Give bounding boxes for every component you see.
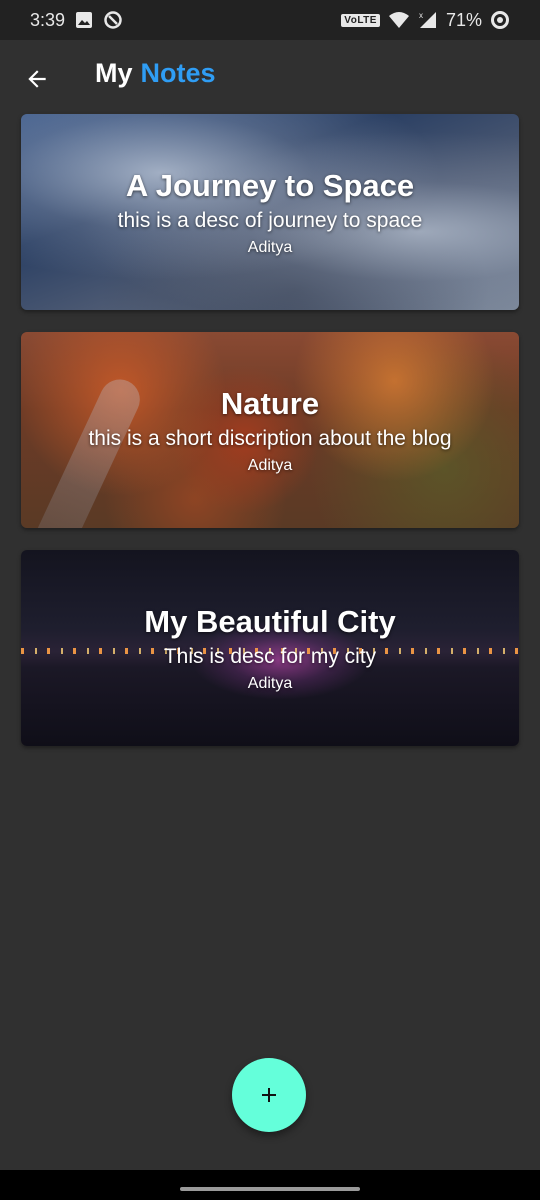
- note-description: This is desc for my city: [163, 644, 377, 668]
- note-title: A Journey to Space: [125, 168, 415, 204]
- note-author: Aditya: [247, 456, 293, 474]
- add-note-button[interactable]: [232, 1058, 306, 1132]
- arrow-back-icon: [28, 70, 46, 88]
- wifi-icon: [388, 12, 409, 28]
- signal-icon: x: [419, 11, 436, 28]
- image-icon: [76, 12, 93, 28]
- plus-icon: [262, 1088, 276, 1102]
- note-title: Nature: [220, 386, 320, 422]
- svg-text:x: x: [419, 11, 423, 20]
- sync-icon: [104, 11, 122, 29]
- note-card-nature[interactable]: Nature this is a short discription about…: [21, 332, 519, 528]
- title-part-my: My: [95, 58, 133, 88]
- home-indicator[interactable]: [180, 1187, 360, 1191]
- note-author: Aditya: [247, 238, 293, 256]
- note-title: My Beautiful City: [144, 604, 396, 640]
- app-bar: My Notes: [0, 40, 540, 114]
- battery-percent: 71%: [445, 9, 482, 30]
- note-card-space[interactable]: A Journey to Space this is a desc of jou…: [21, 114, 519, 310]
- note-description: this is a short discription about the bl…: [88, 426, 452, 450]
- status-time: 3:39: [30, 9, 66, 30]
- battery-saver-icon: [491, 11, 509, 29]
- title-part-notes: Notes: [140, 58, 216, 88]
- note-card-city[interactable]: My Beautiful City This is desc for my ci…: [21, 550, 519, 746]
- note-author: Aditya: [247, 674, 293, 692]
- note-description: this is a desc of journey to space: [117, 208, 423, 232]
- back-button[interactable]: [20, 62, 54, 96]
- status-bar: 3:39 VoLTE x 71%: [0, 0, 540, 40]
- volte-badge: VoLTE: [341, 13, 380, 27]
- page-title: My Notes: [95, 58, 216, 89]
- system-nav-bar: [0, 1170, 540, 1200]
